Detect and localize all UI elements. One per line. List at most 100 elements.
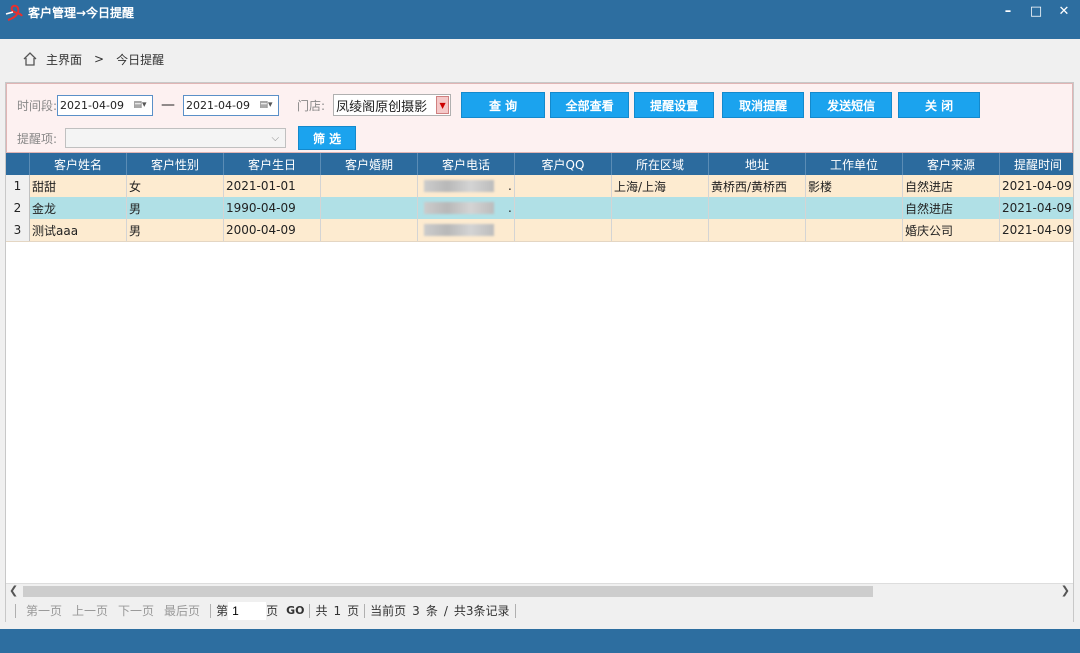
- grid-header-cell[interactable]: 所在区域: [612, 153, 709, 175]
- cell-source[interactable]: 婚庆公司: [903, 219, 1000, 241]
- cell-region[interactable]: [612, 197, 709, 219]
- cell-work[interactable]: [806, 197, 903, 219]
- redacted-phone: [424, 180, 494, 192]
- query-button[interactable]: 查 询: [461, 92, 546, 118]
- cell-wedding[interactable]: [321, 219, 418, 241]
- remind-item-select[interactable]: ⌵: [65, 128, 287, 148]
- cell-birthday[interactable]: 2021-01-01: [224, 175, 321, 197]
- cell-remind[interactable]: 2021-04-09: [1000, 219, 1073, 241]
- cell-phone[interactable]: .: [418, 197, 515, 219]
- maximize-button[interactable]: □: [1028, 3, 1044, 19]
- date-to-value: 2021-04-09: [186, 98, 250, 112]
- cell-gender[interactable]: 女: [127, 175, 224, 197]
- breadcrumb: 主界面 > 今日提醒: [22, 50, 164, 68]
- grid-header-cell[interactable]: 工作单位: [806, 153, 903, 175]
- view-all-button[interactable]: 全部查看: [550, 92, 630, 118]
- remind-settings-button[interactable]: 提醒设置: [634, 92, 715, 118]
- home-icon[interactable]: [22, 51, 38, 67]
- filter-button[interactable]: 筛 选: [298, 126, 357, 150]
- cell-source[interactable]: 自然进店: [903, 175, 1000, 197]
- cell-qq[interactable]: [515, 175, 612, 197]
- cell-name[interactable]: 金龙: [30, 197, 127, 219]
- close-button[interactable]: 关 闭: [898, 92, 981, 118]
- store-value: 凤绫阁原创摄影: [336, 99, 428, 115]
- chevron-down-icon[interactable]: ▼: [436, 96, 450, 114]
- grid-header: 客户姓名 客户性别 客户生日 客户婚期 客户电话 客户QQ 所在区域 地址 工作单位 客户来源 提醒…: [6, 153, 1073, 175]
- table-row[interactable]: 3 测试aaa 男 2000-04-09 婚庆公司 2021-04-09: [6, 219, 1073, 242]
- cell-qq[interactable]: [515, 219, 612, 241]
- cell-phone[interactable]: .: [418, 175, 515, 197]
- calendar-icon[interactable]: ▤▾: [254, 98, 278, 112]
- date-from-picker[interactable]: 2021-04-09 ▤▾: [57, 94, 154, 116]
- breadcrumb-separator: >: [94, 52, 105, 66]
- cell-gender[interactable]: 男: [127, 219, 224, 241]
- total-prefix: 共: [315, 604, 328, 618]
- cell-birthday[interactable]: 1990-04-09: [224, 197, 321, 219]
- cell-remind[interactable]: 2021-04-09: [1000, 175, 1073, 197]
- chevron-down-icon[interactable]: ⌵: [271, 133, 279, 144]
- cell-address[interactable]: [709, 219, 806, 241]
- minimize-button[interactable]: –: [1000, 3, 1016, 19]
- grid-header-cell[interactable]: 客户婚期: [321, 153, 418, 175]
- page-suffix: 页: [266, 604, 279, 618]
- table-row[interactable]: 2 金龙男 1990-04-09. 自然进店 2021-04-09: [6, 197, 1073, 220]
- pager-divider: [210, 603, 212, 618]
- cell-wedding[interactable]: [321, 197, 418, 219]
- date-separator: —: [161, 97, 176, 113]
- row-number[interactable]: 1: [6, 175, 30, 197]
- cell-address[interactable]: 黄桥西/黄桥西: [709, 175, 806, 197]
- cell-birthday[interactable]: 2000-04-09: [224, 219, 321, 241]
- app-logo-icon: [5, 4, 23, 21]
- calendar-icon[interactable]: ▤▾: [128, 98, 152, 112]
- cell-remind[interactable]: 2021-04-09: [1000, 197, 1073, 219]
- cancel-remind-button[interactable]: 取消提醒: [722, 92, 805, 118]
- grid-header-rownum: [6, 153, 30, 175]
- prev-page-button[interactable]: 上一页: [72, 602, 108, 619]
- scroll-right-icon[interactable]: ❯: [1061, 584, 1070, 597]
- cell-source[interactable]: 自然进店: [903, 197, 1000, 219]
- last-page-button[interactable]: 最后页: [164, 602, 200, 619]
- cell-name[interactable]: 甜甜: [30, 175, 127, 197]
- cell-address[interactable]: [709, 197, 806, 219]
- cell-work[interactable]: 影楼: [806, 175, 903, 197]
- horizontal-scrollbar[interactable]: ❮ ❯: [6, 583, 1073, 599]
- grid-header-cell[interactable]: 客户姓名: [30, 153, 127, 175]
- next-page-button[interactable]: 下一页: [118, 602, 154, 619]
- cell-wedding[interactable]: [321, 175, 418, 197]
- row-number[interactable]: 3: [6, 219, 30, 241]
- row-number[interactable]: 2: [6, 197, 30, 219]
- first-page-button[interactable]: 第一页: [26, 602, 62, 619]
- total-suffix: 页: [347, 604, 360, 618]
- scroll-left-icon[interactable]: ❮: [9, 584, 18, 597]
- cell-work[interactable]: [806, 219, 903, 241]
- close-window-button[interactable]: ✕: [1056, 3, 1072, 19]
- date-to-picker[interactable]: 2021-04-09 ▤▾: [183, 94, 280, 116]
- cell-gender[interactable]: 男: [127, 197, 224, 219]
- customer-grid: 客户姓名 客户性别 客户生日 客户婚期 客户电话 客户QQ 所在区域 地址 工作单位 客户来源 提醒…: [6, 153, 1073, 583]
- grid-header-cell[interactable]: 提醒时间: [1000, 153, 1073, 175]
- go-button[interactable]: GO: [286, 604, 304, 617]
- grid-header-cell[interactable]: 地址: [709, 153, 806, 175]
- cell-region[interactable]: [612, 219, 709, 241]
- cell-name[interactable]: 测试aaa: [30, 219, 127, 241]
- store-select[interactable]: 凤绫阁原创摄影 ▼: [333, 94, 452, 116]
- table-row[interactable]: 1 甜甜女 2021-01-01. 上海/上海 黄桥西/黄桥西 影楼 自然进店 2021-04…: [6, 175, 1073, 198]
- redacted-phone: [424, 202, 494, 214]
- date-from-value: 2021-04-09: [60, 98, 124, 112]
- grid-header-cell[interactable]: 客户QQ: [515, 153, 612, 175]
- grid-header-cell[interactable]: 客户来源: [903, 153, 1000, 175]
- scrollbar-thumb[interactable]: [23, 586, 873, 597]
- pager-divider: [309, 603, 311, 618]
- send-sms-button[interactable]: 发送短信: [810, 92, 893, 118]
- grid-header-cell[interactable]: 客户生日: [224, 153, 321, 175]
- page-number-input[interactable]: [228, 601, 267, 620]
- current-prefix: 当前页: [370, 604, 407, 618]
- cell-phone[interactable]: [418, 219, 515, 241]
- cell-region[interactable]: 上海/上海: [612, 175, 709, 197]
- remind-item-label: 提醒项:: [17, 131, 58, 146]
- cell-qq[interactable]: [515, 197, 612, 219]
- grid-header-cell[interactable]: 客户电话: [418, 153, 515, 175]
- breadcrumb-home[interactable]: 主界面: [46, 51, 82, 68]
- current-count: 3: [412, 603, 420, 618]
- grid-header-cell[interactable]: 客户性别: [127, 153, 224, 175]
